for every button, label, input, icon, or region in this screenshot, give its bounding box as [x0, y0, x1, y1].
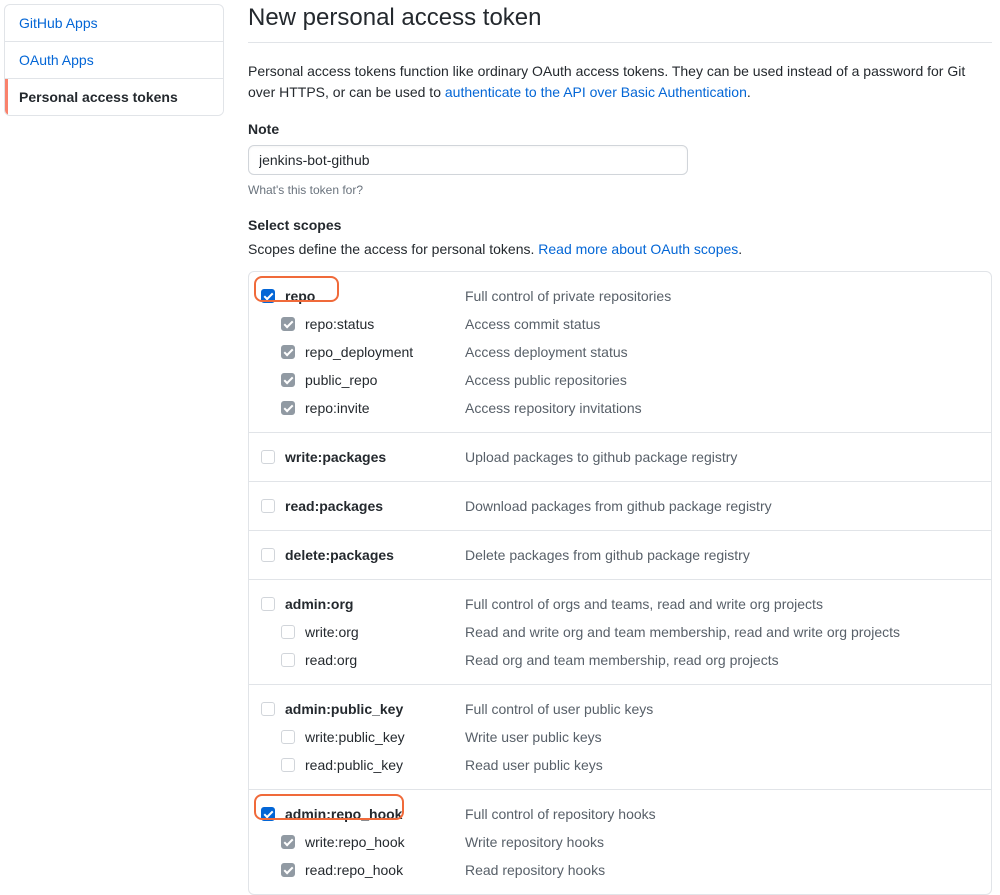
checkbox-read-packages[interactable] [261, 499, 275, 513]
scope-group-read-packages: read:packagesDownload packages from gith… [249, 482, 991, 531]
scope-desc: Upload packages to github package regist… [465, 447, 979, 467]
sidebar-nav: GitHub AppsOAuth AppsPersonal access tok… [4, 4, 224, 116]
scope-row-write-packages: write:packagesUpload packages to github … [261, 443, 979, 471]
scope-group-repo: repoFull control of private repositories… [249, 272, 991, 433]
checkbox-write-packages[interactable] [261, 450, 275, 464]
checkbox-delete-packages[interactable] [261, 548, 275, 562]
intro-text: Personal access tokens function like ord… [248, 61, 992, 103]
scope-group-admin-org: admin:orgFull control of orgs and teams,… [249, 580, 991, 685]
scope-name: public_repo [305, 370, 465, 390]
scope-desc: Access repository invitations [465, 398, 979, 418]
scope-row-admin-public-key: admin:public_keyFull control of user pub… [261, 695, 979, 723]
scopes-heading: Select scopes [248, 217, 992, 233]
scope-name: delete:packages [285, 545, 465, 565]
sidebar-item-github-apps[interactable]: GitHub Apps [5, 5, 223, 42]
scope-name: repo [285, 286, 465, 306]
checkbox-write-repo-hook [281, 835, 295, 849]
scope-name: write:packages [285, 447, 465, 467]
scope-row-read-packages: read:packagesDownload packages from gith… [261, 492, 979, 520]
scope-name: read:packages [285, 496, 465, 516]
scope-desc: Read and write org and team membership, … [465, 622, 979, 642]
scopes-intro: Scopes define the access for personal to… [248, 241, 992, 257]
scope-row-read-public-key: read:public_keyRead user public keys [261, 751, 979, 779]
scope-desc: Full control of repository hooks [465, 804, 979, 824]
checkbox-public-repo [281, 373, 295, 387]
checkbox-read-repo-hook [281, 863, 295, 877]
scope-group-admin-repo-hook: admin:repo_hookFull control of repositor… [249, 790, 991, 894]
scope-row-admin-repo-hook: admin:repo_hookFull control of repositor… [261, 800, 979, 828]
scope-row-repo-status: repo:statusAccess commit status [261, 310, 979, 338]
sidebar: GitHub AppsOAuth AppsPersonal access tok… [4, 4, 224, 895]
note-input[interactable] [248, 145, 688, 175]
checkbox-admin-repo-hook[interactable] [261, 807, 275, 821]
scope-name: read:repo_hook [305, 860, 465, 880]
checkbox-repo-deployment [281, 345, 295, 359]
scope-name: write:repo_hook [305, 832, 465, 852]
note-hint: What's this token for? [248, 183, 992, 197]
scope-row-repo: repoFull control of private repositories [261, 282, 979, 310]
auth-doc-link[interactable]: authenticate to the API over Basic Authe… [445, 84, 747, 100]
scope-desc: Full control of user public keys [465, 699, 979, 719]
note-label: Note [248, 121, 992, 137]
scope-group-admin-public-key: admin:public_keyFull control of user pub… [249, 685, 991, 790]
scope-name: read:public_key [305, 755, 465, 775]
sidebar-item-oauth-apps[interactable]: OAuth Apps [5, 42, 223, 79]
page-title: New personal access token [248, 4, 992, 43]
scopes-box: repoFull control of private repositories… [248, 271, 992, 895]
main-content: New personal access token Personal acces… [224, 4, 994, 895]
scope-desc: Access deployment status [465, 342, 979, 362]
checkbox-admin-org[interactable] [261, 597, 275, 611]
scope-name: write:public_key [305, 727, 465, 747]
checkbox-repo-status [281, 317, 295, 331]
scope-desc: Full control of orgs and teams, read and… [465, 594, 979, 614]
scope-row-admin-org: admin:orgFull control of orgs and teams,… [261, 590, 979, 618]
scope-group-delete-packages: delete:packagesDelete packages from gith… [249, 531, 991, 580]
scope-row-repo-deployment: repo_deploymentAccess deployment status [261, 338, 979, 366]
scope-desc: Read repository hooks [465, 860, 979, 880]
sidebar-item-personal-access-tokens[interactable]: Personal access tokens [5, 79, 223, 115]
checkbox-repo[interactable] [261, 289, 275, 303]
scope-row-read-repo-hook: read:repo_hookRead repository hooks [261, 856, 979, 884]
scope-name: repo:invite [305, 398, 465, 418]
scope-row-write-org: write:orgRead and write org and team mem… [261, 618, 979, 646]
scope-row-write-public-key: write:public_keyWrite user public keys [261, 723, 979, 751]
scope-group-write-packages: write:packagesUpload packages to github … [249, 433, 991, 482]
scope-name: write:org [305, 622, 465, 642]
checkbox-write-public-key[interactable] [281, 730, 295, 744]
checkbox-admin-public-key[interactable] [261, 702, 275, 716]
scope-row-delete-packages: delete:packagesDelete packages from gith… [261, 541, 979, 569]
scope-row-repo-invite: repo:inviteAccess repository invitations [261, 394, 979, 422]
scope-desc: Full control of private repositories [465, 286, 979, 306]
scope-name: read:org [305, 650, 465, 670]
scope-desc: Write repository hooks [465, 832, 979, 852]
scope-desc: Read org and team membership, read org p… [465, 650, 979, 670]
scope-name: admin:repo_hook [285, 804, 465, 824]
scope-name: repo:status [305, 314, 465, 334]
scope-desc: Read user public keys [465, 755, 979, 775]
scope-row-public-repo: public_repoAccess public repositories [261, 366, 979, 394]
scope-row-write-repo-hook: write:repo_hookWrite repository hooks [261, 828, 979, 856]
scope-row-read-org: read:orgRead org and team membership, re… [261, 646, 979, 674]
scope-name: admin:public_key [285, 699, 465, 719]
checkbox-read-public-key[interactable] [281, 758, 295, 772]
checkbox-write-org[interactable] [281, 625, 295, 639]
scope-desc: Access commit status [465, 314, 979, 334]
scope-desc: Delete packages from github package regi… [465, 545, 979, 565]
scope-desc: Access public repositories [465, 370, 979, 390]
scope-name: repo_deployment [305, 342, 465, 362]
scope-desc: Write user public keys [465, 727, 979, 747]
checkbox-repo-invite [281, 401, 295, 415]
checkbox-read-org[interactable] [281, 653, 295, 667]
scope-desc: Download packages from github package re… [465, 496, 979, 516]
oauth-scopes-link[interactable]: Read more about OAuth scopes [538, 241, 738, 257]
scope-name: admin:org [285, 594, 465, 614]
